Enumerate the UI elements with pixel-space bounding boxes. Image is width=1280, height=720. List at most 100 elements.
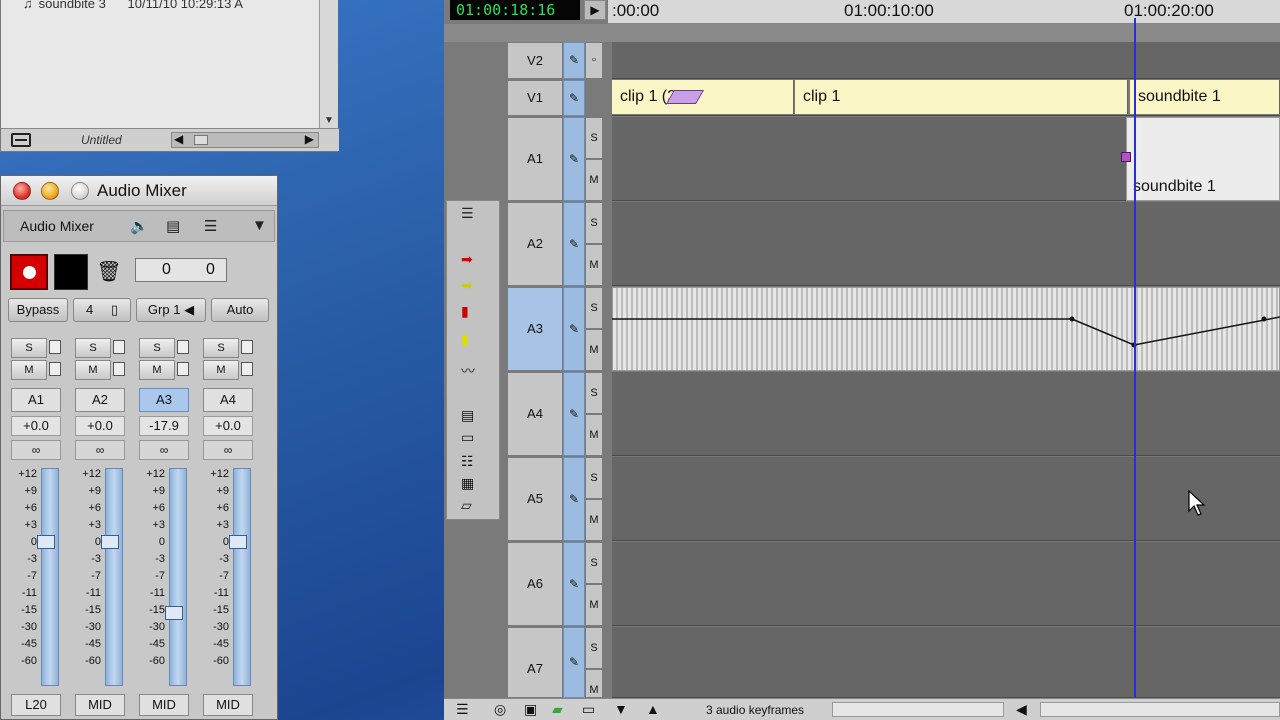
solo-button[interactable]: S	[75, 338, 111, 358]
close-button[interactable]	[13, 182, 31, 200]
scroll-down-icon[interactable]: ▼	[324, 115, 334, 126]
bin-vertical-scrollbar[interactable]: ▼	[319, 0, 338, 128]
pan-control[interactable]: MID	[139, 694, 189, 716]
channel-gain[interactable]: +0.0	[203, 416, 253, 436]
track-solo-button[interactable]: S	[585, 457, 603, 499]
pan-control[interactable]: MID	[203, 694, 253, 716]
solo-indicator[interactable]	[113, 340, 125, 354]
track-solo-button[interactable]: S	[585, 117, 603, 159]
track-lane-a7[interactable]	[612, 627, 1280, 698]
link-icon[interactable]: ∞	[203, 440, 253, 460]
fast-menu-icon[interactable]	[11, 133, 31, 147]
volume-keyframe-line[interactable]	[612, 287, 1280, 371]
link-icon[interactable]: ∞	[139, 440, 189, 460]
track-header-a3[interactable]: A3	[507, 287, 563, 371]
track-lock-icon[interactable]: ✎	[563, 117, 585, 201]
record-button[interactable]	[10, 254, 48, 290]
track-lane-a1[interactable]: soundbite 1	[612, 117, 1280, 201]
scroll-left-icon[interactable]: ◀	[174, 132, 183, 146]
solo-button[interactable]: S	[11, 338, 47, 358]
film-strip-icon[interactable]: ▦	[461, 475, 474, 492]
dropdown-arrow-icon[interactable]: ▼	[252, 217, 267, 234]
zoom-slider[interactable]	[832, 702, 1004, 717]
mixer-titlebar[interactable]: Audio Mixer	[1, 176, 277, 206]
display-icon[interactable]: ▭	[582, 701, 595, 718]
timeline-horizontal-scrollbar[interactable]	[1040, 702, 1280, 717]
slate-icon[interactable]: ▱	[461, 497, 472, 514]
video-clip[interactable]: clip 1 (2	[612, 80, 794, 114]
solo-indicator[interactable]	[49, 340, 61, 354]
track-monitor-icon[interactable]: ▤	[461, 407, 474, 424]
zoom-up-icon[interactable]: ▲	[646, 701, 660, 717]
monitor-icon[interactable]: ▤	[166, 217, 180, 235]
track-solo-button[interactable]: S	[585, 202, 603, 244]
scroll-thumb[interactable]	[194, 135, 208, 145]
track-monitor-icon[interactable]: ▫	[585, 42, 603, 79]
track-mute-button[interactable]: M	[585, 584, 603, 626]
scroll-right-icon[interactable]: ▶	[305, 132, 314, 146]
mute-indicator[interactable]	[177, 362, 189, 376]
track-lock-icon[interactable]: ✎	[563, 202, 585, 286]
track-lock-icon[interactable]: ✎	[563, 80, 585, 116]
channel-gain[interactable]: +0.0	[75, 416, 125, 436]
fader-knob[interactable]	[229, 535, 247, 549]
track-mute-button[interactable]: M	[585, 244, 603, 286]
track-lock-icon[interactable]: ✎	[563, 627, 585, 698]
mute-indicator[interactable]	[241, 362, 253, 376]
zoom-down-icon[interactable]: ▼	[614, 701, 628, 717]
clip-frames-icon[interactable]: ▭	[461, 429, 474, 446]
track-lane-a5[interactable]	[612, 457, 1280, 541]
solo-indicator[interactable]	[241, 340, 253, 354]
solo-button[interactable]: S	[139, 338, 175, 358]
fader-track[interactable]	[169, 468, 187, 686]
channel-gain[interactable]: +0.0	[11, 416, 61, 436]
track-lane-v1[interactable]: clip 1 (2 clip 1 soundbite 1	[612, 80, 1280, 116]
black-swatch-button[interactable]	[54, 254, 88, 290]
track-lock-icon[interactable]: ✎	[563, 42, 585, 79]
track-lock-icon[interactable]: ✎	[563, 372, 585, 456]
mute-indicator[interactable]	[49, 362, 61, 376]
color-icon[interactable]: ▰	[552, 701, 563, 718]
track-solo-button[interactable]: S	[585, 627, 603, 669]
lift-icon[interactable]: ➡	[461, 251, 473, 268]
track-lane-a6[interactable]	[612, 542, 1280, 626]
track-solo-button[interactable]: S	[585, 542, 603, 584]
track-header-a4[interactable]: A4	[507, 372, 563, 456]
mute-button[interactable]: M	[11, 360, 47, 380]
track-lane-v2[interactable]	[612, 42, 1280, 79]
fader-track[interactable]	[233, 468, 251, 686]
link-icon[interactable]: ∞	[75, 440, 125, 460]
fast-menu-icon[interactable]: ☰	[204, 217, 217, 235]
channel-name[interactable]: A4	[203, 388, 253, 412]
track-header-a6[interactable]: A6	[507, 542, 563, 626]
track-lane-a2[interactable]	[612, 202, 1280, 286]
extract-icon[interactable]: ➡	[461, 277, 473, 294]
channel-name[interactable]: A2	[75, 388, 125, 412]
track-lane-a4[interactable]	[612, 372, 1280, 456]
target-icon[interactable]: ◎	[494, 701, 506, 718]
track-mute-button[interactable]: M	[585, 329, 603, 371]
track-lane-a3[interactable]	[612, 287, 1280, 371]
mute-button[interactable]: M	[75, 360, 111, 380]
fast-menu-icon[interactable]: ☰	[456, 701, 469, 718]
track-mute-button[interactable]: M	[585, 159, 603, 201]
track-solo-button[interactable]: S	[585, 372, 603, 414]
track-lock-icon[interactable]: ✎	[563, 457, 585, 541]
pan-control[interactable]: L20	[11, 694, 61, 716]
fader-knob[interactable]	[37, 535, 55, 549]
keyframe-marker[interactable]	[1121, 152, 1131, 162]
zoom-button[interactable]	[71, 182, 89, 200]
auto-button[interactable]: Auto	[211, 298, 269, 322]
track-header-a2[interactable]: A2	[507, 202, 563, 286]
trash-icon[interactable]: 🗑	[95, 256, 123, 288]
track-header-a7[interactable]: A7	[507, 627, 563, 698]
track-header-a1[interactable]: A1	[507, 117, 563, 201]
track-lock-icon[interactable]: ✎	[563, 287, 585, 371]
bypass-button[interactable]: Bypass	[8, 298, 68, 322]
segment-yellow-icon[interactable]: ▮	[461, 331, 469, 348]
fast-menu-icon[interactable]: ☰	[461, 205, 474, 222]
video-clip[interactable]: clip 1	[795, 80, 1128, 114]
fader-knob[interactable]	[101, 535, 119, 549]
track-header-v1[interactable]: V1	[507, 80, 563, 116]
mute-button[interactable]: M	[139, 360, 175, 380]
